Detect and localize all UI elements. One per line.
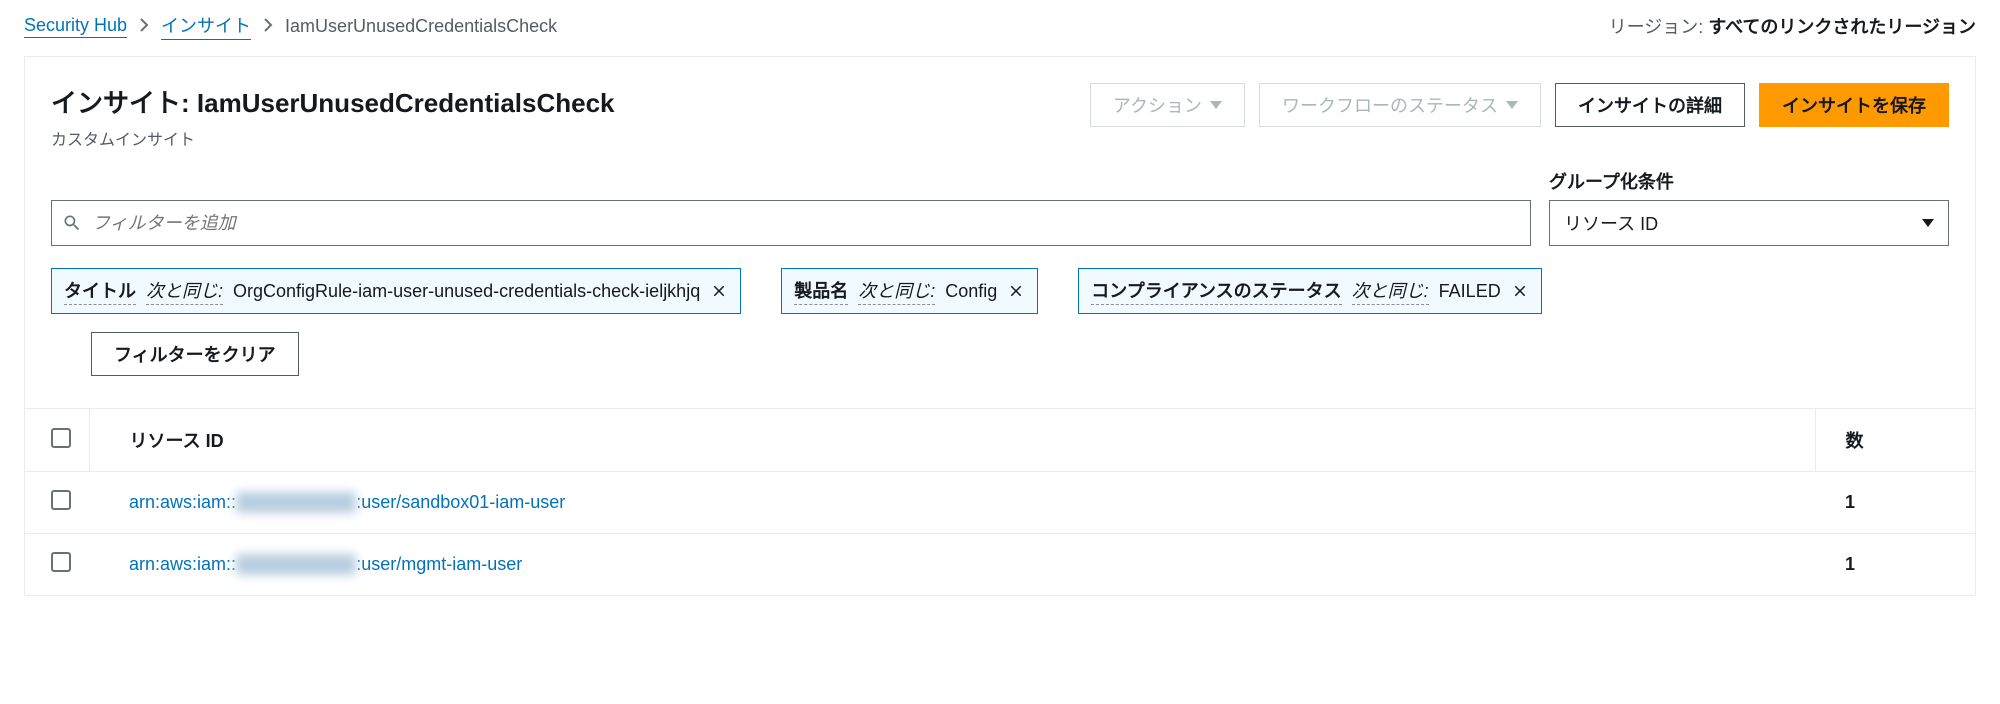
caret-down-icon xyxy=(1210,101,1222,109)
row-count: 1 xyxy=(1815,534,1975,596)
page-subtitle: カスタムインサイト xyxy=(51,126,615,150)
filter-chip[interactable]: 製品名 次と同じ: Config xyxy=(781,268,1038,314)
chevron-right-icon xyxy=(263,16,273,37)
insight-detail-button[interactable]: インサイトの詳細 xyxy=(1555,83,1745,127)
group-by-select[interactable]: リソース ID xyxy=(1549,200,1949,246)
caret-down-icon xyxy=(1922,219,1934,227)
filter-chip[interactable]: タイトル 次と同じ: OrgConfigRule-iam-user-unused… xyxy=(51,268,741,314)
close-icon[interactable] xyxy=(1007,282,1025,300)
page-title: インサイト: IamUserUnusedCredentialsCheck xyxy=(51,83,615,120)
breadcrumb-current: IamUserUnusedCredentialsCheck xyxy=(285,16,557,37)
row-checkbox[interactable] xyxy=(51,490,71,510)
row-checkbox[interactable] xyxy=(51,552,71,572)
column-header-resource-id[interactable]: リソース ID xyxy=(89,409,1815,472)
actions-dropdown[interactable]: アクション xyxy=(1090,83,1245,127)
close-icon[interactable] xyxy=(710,282,728,300)
select-all-checkbox[interactable] xyxy=(51,428,71,448)
resource-id-link[interactable]: arn:aws:iam::000000000000:user/sandbox01… xyxy=(129,492,565,512)
breadcrumb: Security Hub インサイト IamUserUnusedCredenti… xyxy=(24,12,557,40)
chip-value: Config xyxy=(945,281,997,302)
save-insight-button[interactable]: インサイトを保存 xyxy=(1759,83,1949,127)
breadcrumb-mid-link[interactable]: インサイト xyxy=(161,12,251,40)
insight-panel: インサイト: IamUserUnusedCredentialsCheck カスタ… xyxy=(24,56,1976,596)
breadcrumb-root-link[interactable]: Security Hub xyxy=(24,15,127,38)
results-table: リソース ID 数 arn:aws:iam::000000000000:user… xyxy=(25,409,1975,595)
workflow-status-dropdown[interactable]: ワークフローのステータス xyxy=(1259,83,1541,127)
chip-field: タイトル xyxy=(64,277,136,305)
chevron-right-icon xyxy=(139,16,149,37)
caret-down-icon xyxy=(1506,101,1518,109)
search-icon xyxy=(62,213,82,233)
table-row: arn:aws:iam::000000000000:user/sandbox01… xyxy=(25,472,1975,534)
chip-operator: 次と同じ: xyxy=(858,277,935,305)
filter-chip[interactable]: コンプライアンスのステータス 次と同じ: FAILED xyxy=(1078,268,1541,314)
filter-input-wrap[interactable] xyxy=(51,200,1531,246)
row-count: 1 xyxy=(1815,472,1975,534)
table-row: arn:aws:iam::000000000000:user/mgmt-iam-… xyxy=(25,534,1975,596)
region-indicator: リージョン: すべてのリンクされたリージョン xyxy=(1609,13,1976,39)
group-by-label: グループ化条件 xyxy=(1549,168,1949,194)
column-header-count[interactable]: 数 xyxy=(1815,409,1975,472)
filter-input[interactable] xyxy=(92,213,1520,234)
chip-field: コンプライアンスのステータス xyxy=(1091,277,1341,305)
chip-value: FAILED xyxy=(1439,281,1501,302)
chip-value: OrgConfigRule-iam-user-unused-credential… xyxy=(233,281,700,302)
resource-id-link[interactable]: arn:aws:iam::000000000000:user/mgmt-iam-… xyxy=(129,554,522,574)
chip-operator: 次と同じ: xyxy=(1352,277,1429,305)
clear-filters-button[interactable]: フィルターをクリア xyxy=(91,332,299,376)
chip-operator: 次と同じ: xyxy=(146,277,223,305)
chip-field: 製品名 xyxy=(794,277,848,305)
close-icon[interactable] xyxy=(1511,282,1529,300)
